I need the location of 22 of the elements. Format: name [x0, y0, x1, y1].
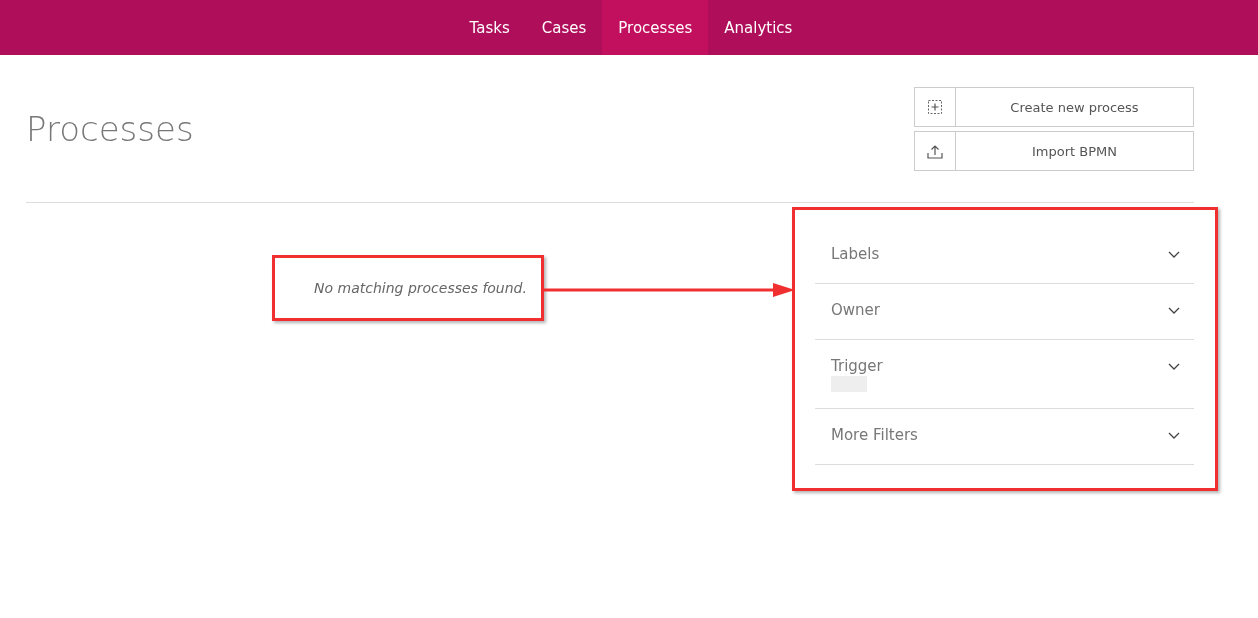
filter-row[interactable]: More Filters: [815, 409, 1194, 465]
nav-tab[interactable]: Tasks: [453, 0, 526, 55]
chevron-icon: [1168, 432, 1180, 439]
action-button[interactable]: Import BPMN: [914, 131, 1194, 171]
filter-row[interactable]: Labels: [815, 228, 1194, 284]
nav-tab[interactable]: Processes: [602, 0, 709, 55]
filter-row[interactable]: Trigger: [815, 340, 1194, 409]
filter-label: Trigger: [831, 357, 883, 375]
page-title: Processes: [26, 109, 194, 149]
filter-label: Owner: [831, 301, 880, 319]
empty-message: No matching processes found.: [314, 280, 527, 298]
add-icon: [928, 100, 942, 114]
chevron-icon: [1168, 307, 1180, 314]
filter-row[interactable]: Owner: [815, 284, 1194, 340]
action-button[interactable]: Create new process: [914, 87, 1194, 127]
chevron-icon: [1168, 363, 1180, 370]
upload-icon: [927, 143, 943, 159]
nav-tab[interactable]: Analytics: [708, 0, 809, 55]
chevron-icon: [1168, 251, 1180, 258]
filter-label: Labels: [831, 245, 880, 263]
nav-tab[interactable]: Cases: [525, 0, 603, 55]
filter-label: More Filters: [831, 426, 918, 444]
